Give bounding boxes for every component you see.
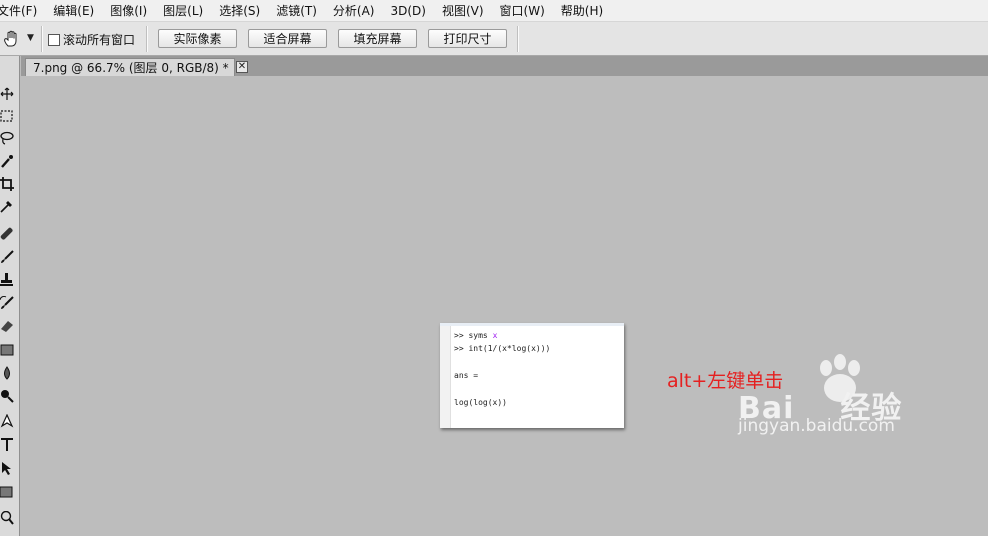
toolbox — [0, 56, 20, 536]
shape-icon[interactable] — [0, 485, 14, 499]
path-select-icon[interactable] — [0, 461, 14, 475]
fill-screen-button[interactable]: 填充屏幕 — [338, 29, 417, 48]
actual-pixels-button[interactable]: 实际像素 — [158, 29, 237, 48]
move-icon[interactable] — [0, 87, 14, 101]
scroll-all-windows-checkbox[interactable]: 滚动所有窗口 — [48, 31, 135, 48]
lasso-icon[interactable] — [0, 131, 14, 145]
code-line: >> syms x — [454, 331, 498, 340]
zoom-icon[interactable] — [0, 511, 14, 525]
hand-icon[interactable] — [2, 29, 22, 49]
checkbox-box[interactable] — [48, 33, 60, 46]
menu-help[interactable]: 帮助(H) — [553, 0, 611, 22]
stamp-icon[interactable] — [0, 272, 14, 286]
document-tab[interactable]: 7.png @ 66.7% (图层 0, RGB/8) * ✕ — [25, 58, 248, 76]
marquee-icon[interactable] — [0, 109, 14, 123]
code-line: log(log(x)) — [454, 398, 507, 407]
separator — [146, 26, 148, 52]
canvas-area[interactable]: >> syms x >> int(1/(x*log(x))) ans = log… — [21, 76, 988, 536]
history-brush-icon[interactable] — [0, 296, 14, 310]
baidu-jingyan-watermark: Bai 经验 jingyan.baidu.com — [738, 354, 958, 464]
menu-edit[interactable]: 编辑(E) — [45, 0, 102, 22]
code-line: ans = — [454, 371, 479, 380]
menu-file[interactable]: 文件(F) — [0, 0, 45, 22]
tool-preset-chevron-down-icon[interactable]: ▼ — [27, 33, 34, 43]
document-image[interactable]: >> syms x >> int(1/(x*log(x))) ans = log… — [440, 323, 624, 428]
menu-bar: 文件(F) 编辑(E) 图像(I) 图层(L) 选择(S) 滤镜(T) 分析(A… — [0, 0, 988, 22]
menu-image[interactable]: 图像(I) — [102, 0, 155, 22]
healing-brush-icon[interactable] — [0, 227, 14, 241]
menu-layer[interactable]: 图层(L) — [155, 0, 211, 22]
crop-icon[interactable] — [0, 177, 14, 191]
menu-window[interactable]: 窗口(W) — [492, 0, 553, 22]
eyedropper-icon[interactable] — [0, 199, 14, 213]
document-tab-bar: 7.png @ 66.7% (图层 0, RGB/8) * ✕ — [21, 56, 988, 76]
options-bar: ▼ 滚动所有窗口 实际像素 适合屏幕 填充屏幕 打印尺寸 — [0, 22, 988, 56]
image-gutter — [440, 326, 451, 428]
blur-icon[interactable] — [0, 366, 14, 380]
gradient-icon[interactable] — [0, 343, 14, 357]
dodge-icon[interactable] — [0, 389, 14, 403]
separator — [517, 26, 519, 52]
close-icon[interactable]: ✕ — [236, 61, 248, 73]
menu-analysis[interactable]: 分析(A) — [325, 0, 383, 22]
menu-filter[interactable]: 滤镜(T) — [268, 0, 325, 22]
code-line: >> int(1/(x*log(x))) — [454, 344, 551, 353]
quick-select-icon[interactable] — [0, 154, 14, 168]
brush-icon[interactable] — [0, 250, 14, 264]
image-top-strip — [440, 323, 624, 326]
separator — [41, 26, 43, 52]
menu-select[interactable]: 选择(S) — [211, 0, 268, 22]
pen-icon[interactable] — [0, 414, 14, 428]
type-icon[interactable] — [0, 438, 14, 452]
print-size-button[interactable]: 打印尺寸 — [428, 29, 507, 48]
eraser-icon[interactable] — [0, 319, 14, 333]
fit-screen-button[interactable]: 适合屏幕 — [248, 29, 327, 48]
document-tab-title: 7.png @ 66.7% (图层 0, RGB/8) * — [33, 61, 229, 75]
menu-3d[interactable]: 3D(D) — [382, 0, 433, 22]
menu-view[interactable]: 视图(V) — [434, 0, 492, 22]
watermark-url: jingyan.baidu.com — [738, 416, 895, 436]
scroll-all-windows-label: 滚动所有窗口 — [63, 33, 136, 47]
